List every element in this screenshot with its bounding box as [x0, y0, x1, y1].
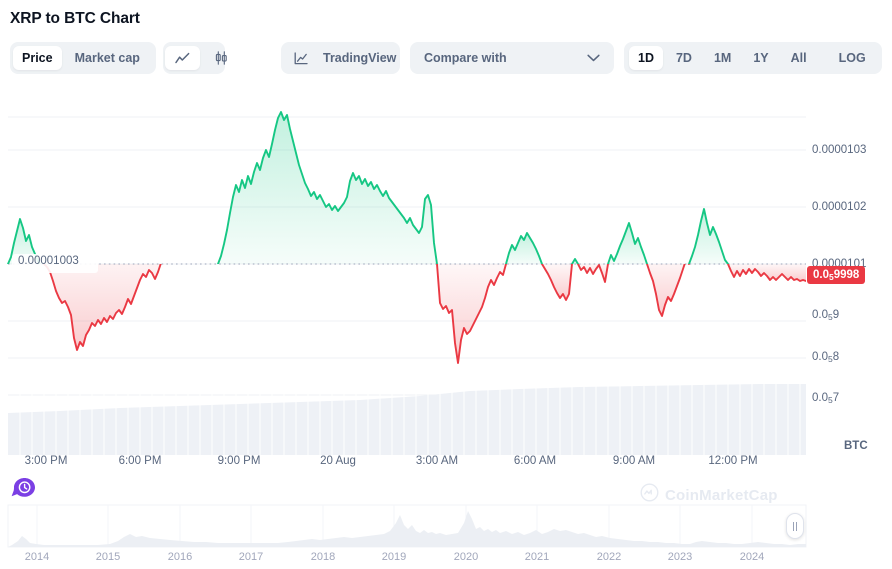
baseline-price-value: 0.00001003 — [18, 255, 79, 267]
range-1y[interactable]: 1Y — [744, 46, 777, 70]
y-axis-unit-label: BTC — [844, 440, 868, 452]
y-tick-3: 0.059 — [812, 309, 840, 322]
chart-page: XRP to BTC Chart Price Market cap Tradin… — [0, 0, 892, 569]
nav-year-2020: 2020 — [453, 551, 479, 563]
y-tick-5: 0.057 — [812, 392, 840, 405]
compare-with-dropdown[interactable]: Compare with — [410, 42, 614, 74]
nav-year-2017: 2017 — [238, 551, 264, 563]
y-axis: 0.0000103 0.0000102 0.0000101 0.059998 0… — [806, 95, 892, 455]
candlestick-icon[interactable] — [204, 46, 239, 70]
y-tick-1: 0.0000102 — [812, 201, 867, 213]
x-tick-6: 9:00 AM — [612, 455, 656, 467]
nav-year-2021: 2021 — [524, 551, 550, 563]
range-all[interactable]: All — [782, 46, 816, 70]
log-scale-button[interactable]: LOG — [830, 46, 875, 70]
tab-market-cap[interactable]: Market cap — [66, 46, 149, 70]
navigator-drag-handle[interactable] — [786, 513, 804, 539]
price-chart[interactable]: 0.00001003 CoinMarketCap 0.0000103 0.000… — [0, 95, 892, 504]
range-1m[interactable]: 1M — [705, 46, 740, 70]
chart-type-toggle — [163, 42, 227, 74]
y-tick-4: 0.058 — [812, 351, 840, 364]
line-chart-glyph — [175, 52, 190, 65]
nav-year-2014: 2014 — [24, 551, 50, 563]
y-tick-3-subscript: 5 — [828, 312, 833, 322]
x-axis: 3:00 PM 6:00 PM 9:00 PM 20 Aug 3:00 AM 6… — [0, 455, 892, 477]
tradingview-icon — [285, 46, 317, 70]
nav-year-2019: 2019 — [381, 551, 407, 563]
candlestick-glyph — [214, 51, 229, 65]
chart-toolbar: Price Market cap TradingView Compare wit… — [0, 42, 892, 76]
history-pin-button[interactable] — [10, 476, 38, 502]
x-tick-5: 6:00 AM — [513, 455, 557, 467]
price-marketcap-toggle: Price Market cap — [10, 42, 156, 74]
current-price-suffix: 9998 — [833, 269, 860, 281]
chart-navigator[interactable]: 2014 2015 2016 2017 2018 2019 2020 2021 … — [0, 503, 892, 569]
nav-year-2022: 2022 — [596, 551, 622, 563]
nav-year-2024: 2024 — [739, 551, 765, 563]
current-price-badge: 0.059998 — [807, 266, 866, 284]
y-tick-0: 0.0000103 — [812, 144, 867, 156]
x-tick-4: 3:00 AM — [415, 455, 459, 467]
page-title: XRP to BTC Chart — [10, 10, 140, 27]
nav-year-2018: 2018 — [310, 551, 336, 563]
tradingview-button[interactable]: TradingView — [281, 42, 400, 74]
coinmarketcap-watermark-text: CoinMarketCap — [665, 486, 778, 504]
time-range-selector: 1D 7D 1M 1Y All LOG ··· — [624, 42, 882, 74]
current-price-subscript: 5 — [829, 272, 834, 282]
line-chart-icon[interactable] — [165, 46, 200, 70]
range-7d[interactable]: 7D — [667, 46, 701, 70]
chevron-down-icon — [587, 54, 600, 62]
tradingview-label: TradingView — [323, 51, 397, 65]
x-tick-3: 20 Aug — [320, 455, 356, 467]
x-tick-2: 9:00 PM — [217, 455, 261, 467]
nav-year-2023: 2023 — [667, 551, 693, 563]
handle-grip-line — [796, 521, 797, 531]
y-tick-4-subscript: 5 — [828, 354, 833, 364]
x-tick-0: 3:00 PM — [24, 455, 68, 467]
nav-year-2016: 2016 — [167, 551, 193, 563]
x-tick-7: 12:00 PM — [708, 455, 758, 467]
tradingview-glyph — [294, 51, 308, 65]
compare-with-label: Compare with — [424, 51, 507, 65]
tab-price[interactable]: Price — [13, 46, 62, 70]
y-tick-5-subscript: 5 — [828, 395, 833, 405]
handle-grip-line — [793, 521, 794, 531]
price-chart-svg — [7, 111, 806, 455]
nav-year-2015: 2015 — [95, 551, 121, 563]
current-price-prefix: 0.0 — [813, 269, 829, 281]
range-1d[interactable]: 1D — [629, 46, 663, 70]
x-tick-1: 6:00 PM — [118, 455, 162, 467]
